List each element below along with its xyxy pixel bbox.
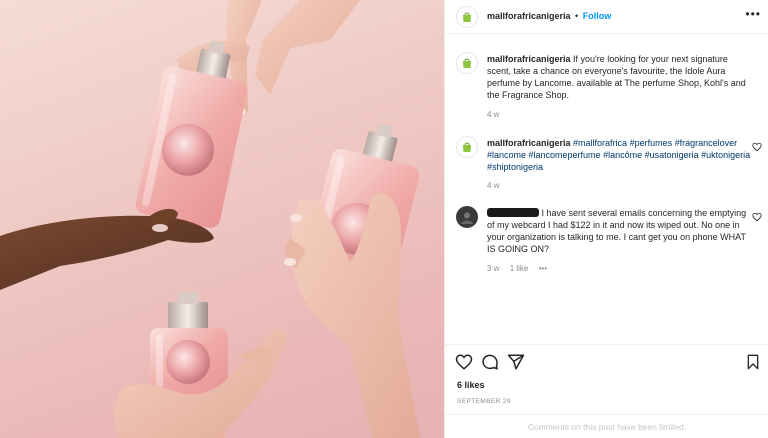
comment-time[interactable]: 3 w [487, 264, 499, 273]
heart-icon[interactable] [455, 353, 473, 371]
redacted-username [487, 208, 539, 217]
account-avatar[interactable] [456, 6, 478, 28]
hashtag-comment-avatar[interactable] [456, 136, 478, 158]
commenter-avatar[interactable] [456, 206, 478, 228]
separator-dot: • [575, 11, 579, 21]
left-hand [0, 208, 214, 290]
comments-limited-notice: Comments on this post have been limited. [445, 414, 768, 438]
customer-comment: I have sent several emails concerning th… [487, 207, 753, 255]
shopping-bag-logo-icon [463, 142, 471, 152]
user-photo-icon [461, 212, 473, 224]
comment-meta: 3 w 1 like ••• [487, 264, 547, 273]
comment-heart-icon[interactable] [752, 142, 762, 152]
comment-username[interactable]: mallforafricanigeria [487, 54, 571, 64]
comment-icon[interactable] [481, 353, 499, 371]
post-side-panel: mallforafricanigeria • Follow ••• mallfo… [444, 0, 768, 438]
more-options-icon[interactable]: ••• [745, 7, 761, 21]
post-image[interactable] [0, 0, 444, 438]
comment-time[interactable]: 4 w [487, 110, 499, 119]
post-date[interactable]: SEPTEMBER 29 [457, 398, 511, 405]
caption-avatar[interactable] [456, 52, 478, 74]
perfume-illustration [0, 0, 420, 438]
account-username[interactable]: mallforafricanigeria [487, 11, 571, 21]
shopping-bag-logo-icon [463, 58, 471, 68]
comment-username[interactable]: mallforafricanigeria [487, 138, 571, 148]
perfume-bottle-3 [150, 292, 228, 394]
bookmark-icon[interactable] [745, 353, 761, 371]
comment-time[interactable]: 4 w [487, 181, 499, 190]
caption-comment: mallforafricanigeria If you're looking f… [487, 53, 753, 101]
share-icon[interactable] [507, 353, 525, 371]
comment-likes[interactable]: 1 like [510, 264, 529, 273]
post-actions [445, 344, 768, 374]
shopping-bag-logo-icon [463, 12, 471, 22]
post-header: mallforafricanigeria • Follow ••• [445, 0, 768, 34]
follow-button[interactable]: Follow [583, 11, 612, 21]
comment-more-icon[interactable]: ••• [539, 264, 547, 273]
comment-heart-icon[interactable] [752, 212, 762, 222]
likes-count[interactable]: 6 likes [457, 380, 485, 390]
hashtag-comment: mallforafricanigeria #mallforafrica #per… [487, 137, 753, 173]
